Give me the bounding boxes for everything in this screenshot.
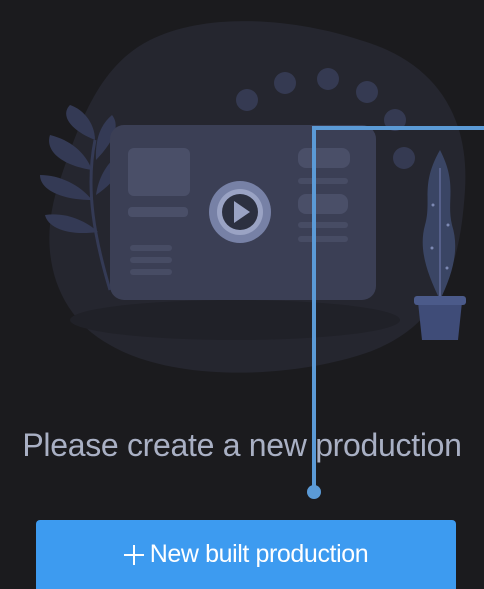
empty-state-message: Please create a new production bbox=[22, 427, 462, 463]
video-play-illustration-icon bbox=[40, 21, 466, 373]
plus-icon bbox=[123, 544, 144, 565]
new-button-label: New built production bbox=[149, 540, 369, 568]
new-built-production-button[interactable]: New built production bbox=[36, 520, 456, 589]
